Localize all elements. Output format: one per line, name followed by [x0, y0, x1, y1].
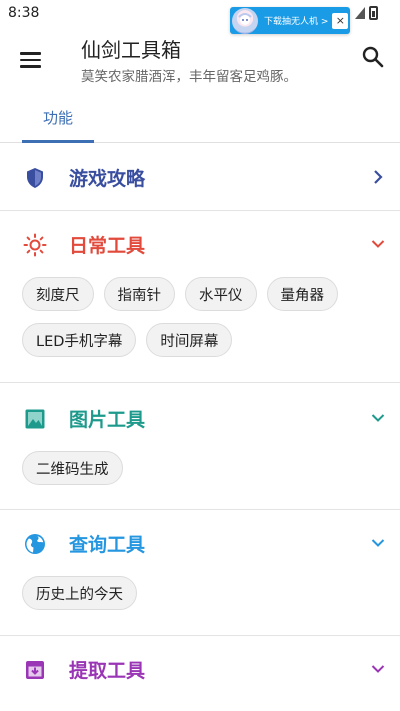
search-icon[interactable] — [360, 44, 386, 70]
sun-icon — [23, 233, 47, 257]
chevron-down-icon[interactable] — [370, 661, 386, 677]
menu-icon[interactable] — [16, 46, 48, 74]
chip-led-subtitle[interactable]: LED手机字幕 — [22, 323, 137, 357]
signal-icon — [355, 7, 365, 19]
section-header-game-guide[interactable]: 游戏攻略 — [0, 144, 400, 210]
section-header-query-tools[interactable]: 查询工具 — [0, 510, 400, 576]
archive-icon — [23, 658, 47, 682]
ad-close-button[interactable]: × — [332, 12, 349, 29]
tab-bar: 功能 — [0, 96, 400, 143]
chevron-right-icon[interactable] — [370, 169, 386, 185]
chip-list: 历史上的今天 — [0, 576, 400, 610]
section-header-daily-tools[interactable]: 日常工具 — [0, 211, 400, 277]
section-title: 提取工具 — [69, 660, 146, 682]
chip-qrcode-generate[interactable]: 二维码生成 — [22, 451, 123, 485]
chip-time-screen[interactable]: 时间屏幕 — [146, 323, 233, 357]
section-image-tools: 图片工具 二维码生成 — [0, 385, 400, 510]
tab-features[interactable]: 功能 — [22, 96, 94, 143]
section-daily-tools: 日常工具 刻度尺 指南针 水平仪 量角器 LED手机字幕 时间屏幕 — [0, 211, 400, 383]
chevron-down-icon[interactable] — [370, 410, 386, 426]
tab-indicator — [22, 140, 94, 143]
status-icons — [355, 6, 378, 20]
chip-level[interactable]: 水平仪 — [185, 277, 257, 311]
section-header-image-tools[interactable]: 图片工具 — [0, 385, 400, 451]
chip-compass[interactable]: 指南针 — [103, 277, 175, 311]
chevron-down-icon[interactable] — [370, 236, 386, 252]
chip-list: 二维码生成 — [0, 451, 400, 485]
chevron-down-icon[interactable] — [370, 535, 386, 551]
chip-protractor[interactable]: 量角器 — [266, 277, 338, 311]
globe-icon — [23, 532, 47, 556]
app-title: 仙剑工具箱 — [81, 38, 181, 62]
image-icon — [23, 407, 47, 431]
section-extract-tools: 提取工具 — [0, 636, 400, 711]
section-title: 查询工具 — [69, 534, 146, 556]
section-title: 游戏攻略 — [69, 168, 146, 190]
section-header-extract-tools[interactable]: 提取工具 — [0, 636, 400, 702]
chip-list: 刻度尺 指南针 水平仪 量角器 LED手机字幕 时间屏幕 — [0, 277, 400, 357]
section-game-guide: 游戏攻略 — [0, 144, 400, 211]
app-bar: 仙剑工具箱 莫笑农家腊酒浑，丰年留客足鸡豚。 — [0, 28, 400, 90]
app-subtitle: 莫笑农家腊酒浑，丰年留客足鸡豚。 — [81, 69, 297, 85]
chip-history-today[interactable]: 历史上的今天 — [22, 576, 137, 610]
status-time: 8:38 — [8, 5, 40, 21]
shield-icon — [23, 166, 47, 190]
battery-icon — [369, 6, 378, 20]
section-title: 图片工具 — [69, 409, 146, 431]
section-title: 日常工具 — [69, 235, 146, 257]
ad-text: 下载抽无人机 > — [264, 17, 329, 27]
section-query-tools: 查询工具 历史上的今天 — [0, 510, 400, 636]
chip-ruler[interactable]: 刻度尺 — [22, 277, 94, 311]
